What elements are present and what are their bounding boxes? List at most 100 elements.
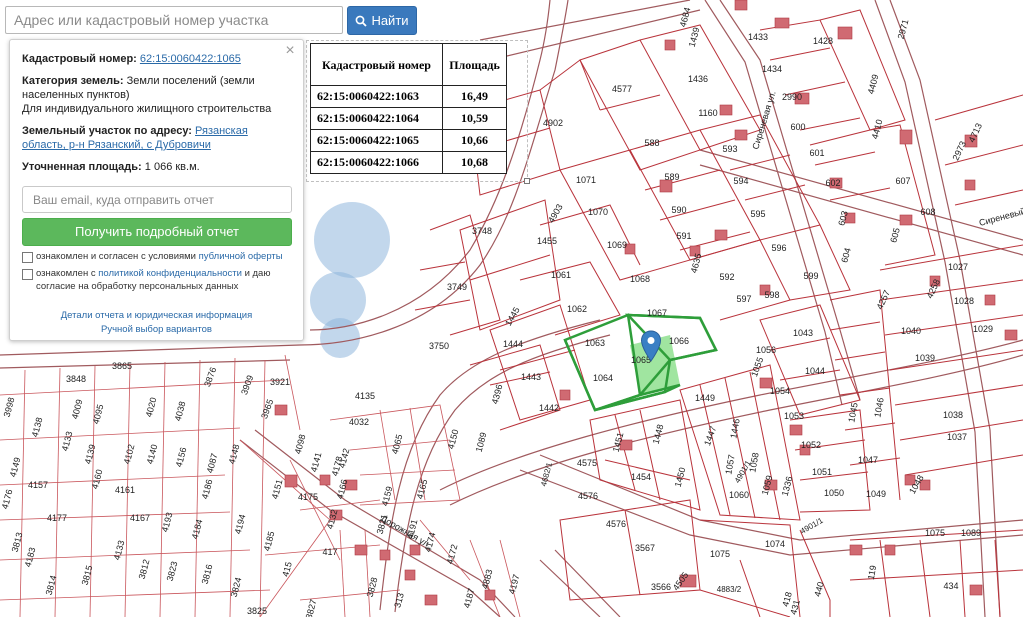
parcel-number-label: 589 bbox=[664, 172, 679, 182]
parcel-number-label: 1039 bbox=[915, 353, 935, 363]
table-row: 62:15:0060422:1066 10,68 bbox=[310, 151, 507, 174]
map-pin-icon[interactable] bbox=[640, 330, 662, 362]
parcel-number-label: 1054 bbox=[770, 386, 790, 396]
parcel-number-label: 1062 bbox=[567, 304, 587, 314]
row-area: 16,49 bbox=[442, 85, 507, 108]
offer-link[interactable]: публичной оферты bbox=[199, 251, 283, 262]
row-cadastral: 62:15:0060422:1066 bbox=[310, 151, 443, 174]
parcel-number-label: 4032 bbox=[349, 417, 369, 427]
table-row: 62:15:0060422:1064 10,59 bbox=[310, 107, 507, 130]
parcel-number-label: 4157 bbox=[28, 480, 48, 490]
parcel-number-label: 596 bbox=[771, 243, 786, 253]
parcel-number-label: 1070 bbox=[588, 207, 608, 217]
parcel-number-label: 2990 bbox=[782, 92, 802, 102]
consent-privacy: ознакомлен с политикой конфиденциальност… bbox=[22, 267, 291, 293]
cadastral-row: Кадастровый номер: 62:15:0060422:1065 bbox=[22, 52, 291, 66]
parcel-number-label: 591 bbox=[676, 231, 691, 241]
row-cadastral: 62:15:0060422:1063 bbox=[310, 85, 443, 108]
area-label: Уточненная площадь: bbox=[22, 161, 142, 173]
parcel-number-label: 1037 bbox=[947, 432, 967, 442]
area-value: 1 066 кв.м. bbox=[144, 161, 200, 173]
parcel-number-label: 4883/2 bbox=[717, 585, 742, 594]
consent-privacy-text: ознакомлен с политикой конфиденциальност… bbox=[36, 267, 291, 293]
parcel-number-label: 593 bbox=[722, 144, 737, 154]
search-button[interactable]: Найти bbox=[347, 6, 417, 35]
category-row: Категория земель: Земли поселений (земли… bbox=[22, 74, 291, 116]
parcel-number-label: 4175 bbox=[298, 492, 318, 502]
parcel-number-label: 1443 bbox=[521, 372, 541, 382]
parcel-number-label: 4575 bbox=[577, 458, 597, 468]
parcel-number-label: 1071 bbox=[576, 175, 596, 185]
parcel-number-label: 1049 bbox=[866, 489, 886, 499]
parcel-number-label: 3750 bbox=[429, 341, 449, 351]
parcel-number-label: 1160 bbox=[698, 108, 717, 118]
cadastral-link[interactable]: 62:15:0060422:1065 bbox=[140, 53, 241, 65]
details-link[interactable]: Детали отчета и юридическая информация bbox=[22, 309, 291, 323]
row-area: 10,59 bbox=[442, 107, 507, 130]
parcel-number-label: 1449 bbox=[695, 393, 715, 403]
parcel-info-panel: × Кадастровый номер: 62:15:0060422:1065 … bbox=[9, 39, 304, 341]
parcel-number-label: 417 bbox=[322, 547, 337, 557]
parcel-number-label: 3567 bbox=[635, 543, 655, 553]
manual-choice-link[interactable]: Ручной выбор вариантов bbox=[22, 323, 291, 337]
parcel-number-label: 1066 bbox=[669, 336, 689, 346]
panel-links: Детали отчета и юридическая информация Р… bbox=[22, 309, 291, 337]
parcel-number-label: 1051 bbox=[812, 467, 832, 477]
address-row: Земельный участок по адресу: Рязанская о… bbox=[22, 124, 291, 152]
parcel-number-label: 594 bbox=[733, 176, 748, 186]
parcel-number-label: 1060 bbox=[729, 490, 749, 500]
parcel-number-label: 1068 bbox=[630, 274, 650, 284]
area-row: Уточненная площадь: 1 066 кв.м. bbox=[22, 160, 291, 174]
parcel-number-label: 1433 bbox=[748, 32, 768, 42]
privacy-link[interactable]: политикой конфиденциальности bbox=[98, 268, 242, 279]
parcel-number-label: 597 bbox=[736, 294, 751, 304]
header-area: Площадь bbox=[442, 43, 507, 86]
parcel-number-label: 1038 bbox=[943, 410, 963, 420]
parcel-number-label: 3749 bbox=[447, 282, 467, 292]
parcel-number-label: 1075 bbox=[925, 528, 945, 538]
parcel-number-label: 1089 bbox=[961, 528, 981, 538]
offer-checkbox[interactable] bbox=[22, 252, 33, 263]
row-area: 10,66 bbox=[442, 129, 507, 152]
parcel-number-label: 3865 bbox=[112, 361, 132, 371]
parcel-number-label: 4902 bbox=[543, 118, 563, 128]
parcel-number-label: 1075 bbox=[710, 549, 730, 559]
parcel-number-label: 4135 bbox=[355, 391, 375, 401]
get-report-button[interactable]: Получить подробный отчет bbox=[22, 218, 292, 246]
table-row: 62:15:0060422:1063 16,49 bbox=[310, 85, 507, 108]
parcel-number-label: 1028 bbox=[954, 296, 974, 306]
parcel-number-label: 608 bbox=[920, 207, 935, 217]
parcel-number-label: 1063 bbox=[585, 338, 605, 348]
parcel-number-label: 3848 bbox=[66, 374, 86, 384]
search-button-label: Найти bbox=[371, 13, 409, 28]
consent-offer: ознакомлен и согласен с условиями публич… bbox=[22, 250, 291, 263]
parcel-number-label: 1043 bbox=[793, 328, 813, 338]
consent-privacy-prefix: ознакомлен с bbox=[36, 268, 96, 279]
parcel-number-label: 1061 bbox=[551, 270, 571, 280]
parcel-number-label: 4576 bbox=[606, 519, 626, 529]
parcel-number-label: 595 bbox=[750, 209, 765, 219]
parcel-number-label: 588 bbox=[644, 138, 659, 148]
parcel-number-label: 599 bbox=[803, 271, 818, 281]
search-input[interactable] bbox=[5, 6, 343, 34]
parcel-number-label: 4577 bbox=[612, 84, 632, 94]
email-field[interactable] bbox=[22, 186, 292, 213]
category-label: Категория земель: bbox=[22, 75, 124, 87]
parcel-number-label: 4576 bbox=[578, 491, 598, 501]
parcel-number-label: 1455 bbox=[537, 236, 557, 246]
parcel-number-label: 1029 bbox=[973, 324, 993, 334]
parcel-number-label: 3566 bbox=[651, 582, 671, 592]
resize-handle[interactable] bbox=[524, 178, 530, 184]
parcel-number-label: 598 bbox=[764, 290, 779, 300]
parcel-number-label: 1064 bbox=[593, 373, 613, 383]
parcel-number-label: 1428 bbox=[813, 36, 833, 46]
table-row: 62:15:0060422:1065 10,66 bbox=[310, 129, 507, 152]
parcel-number-label: 1444 bbox=[503, 339, 523, 349]
parcel-number-label: 1067 bbox=[647, 308, 667, 318]
close-icon[interactable]: × bbox=[283, 43, 297, 59]
privacy-checkbox[interactable] bbox=[22, 269, 33, 280]
parcel-number-label: 1050 bbox=[824, 488, 844, 498]
parcel-number-label: 1074 bbox=[765, 539, 785, 549]
parcel-number-label: 1044 bbox=[805, 366, 825, 376]
header-cadastral: Кадастровый номер bbox=[310, 43, 443, 86]
